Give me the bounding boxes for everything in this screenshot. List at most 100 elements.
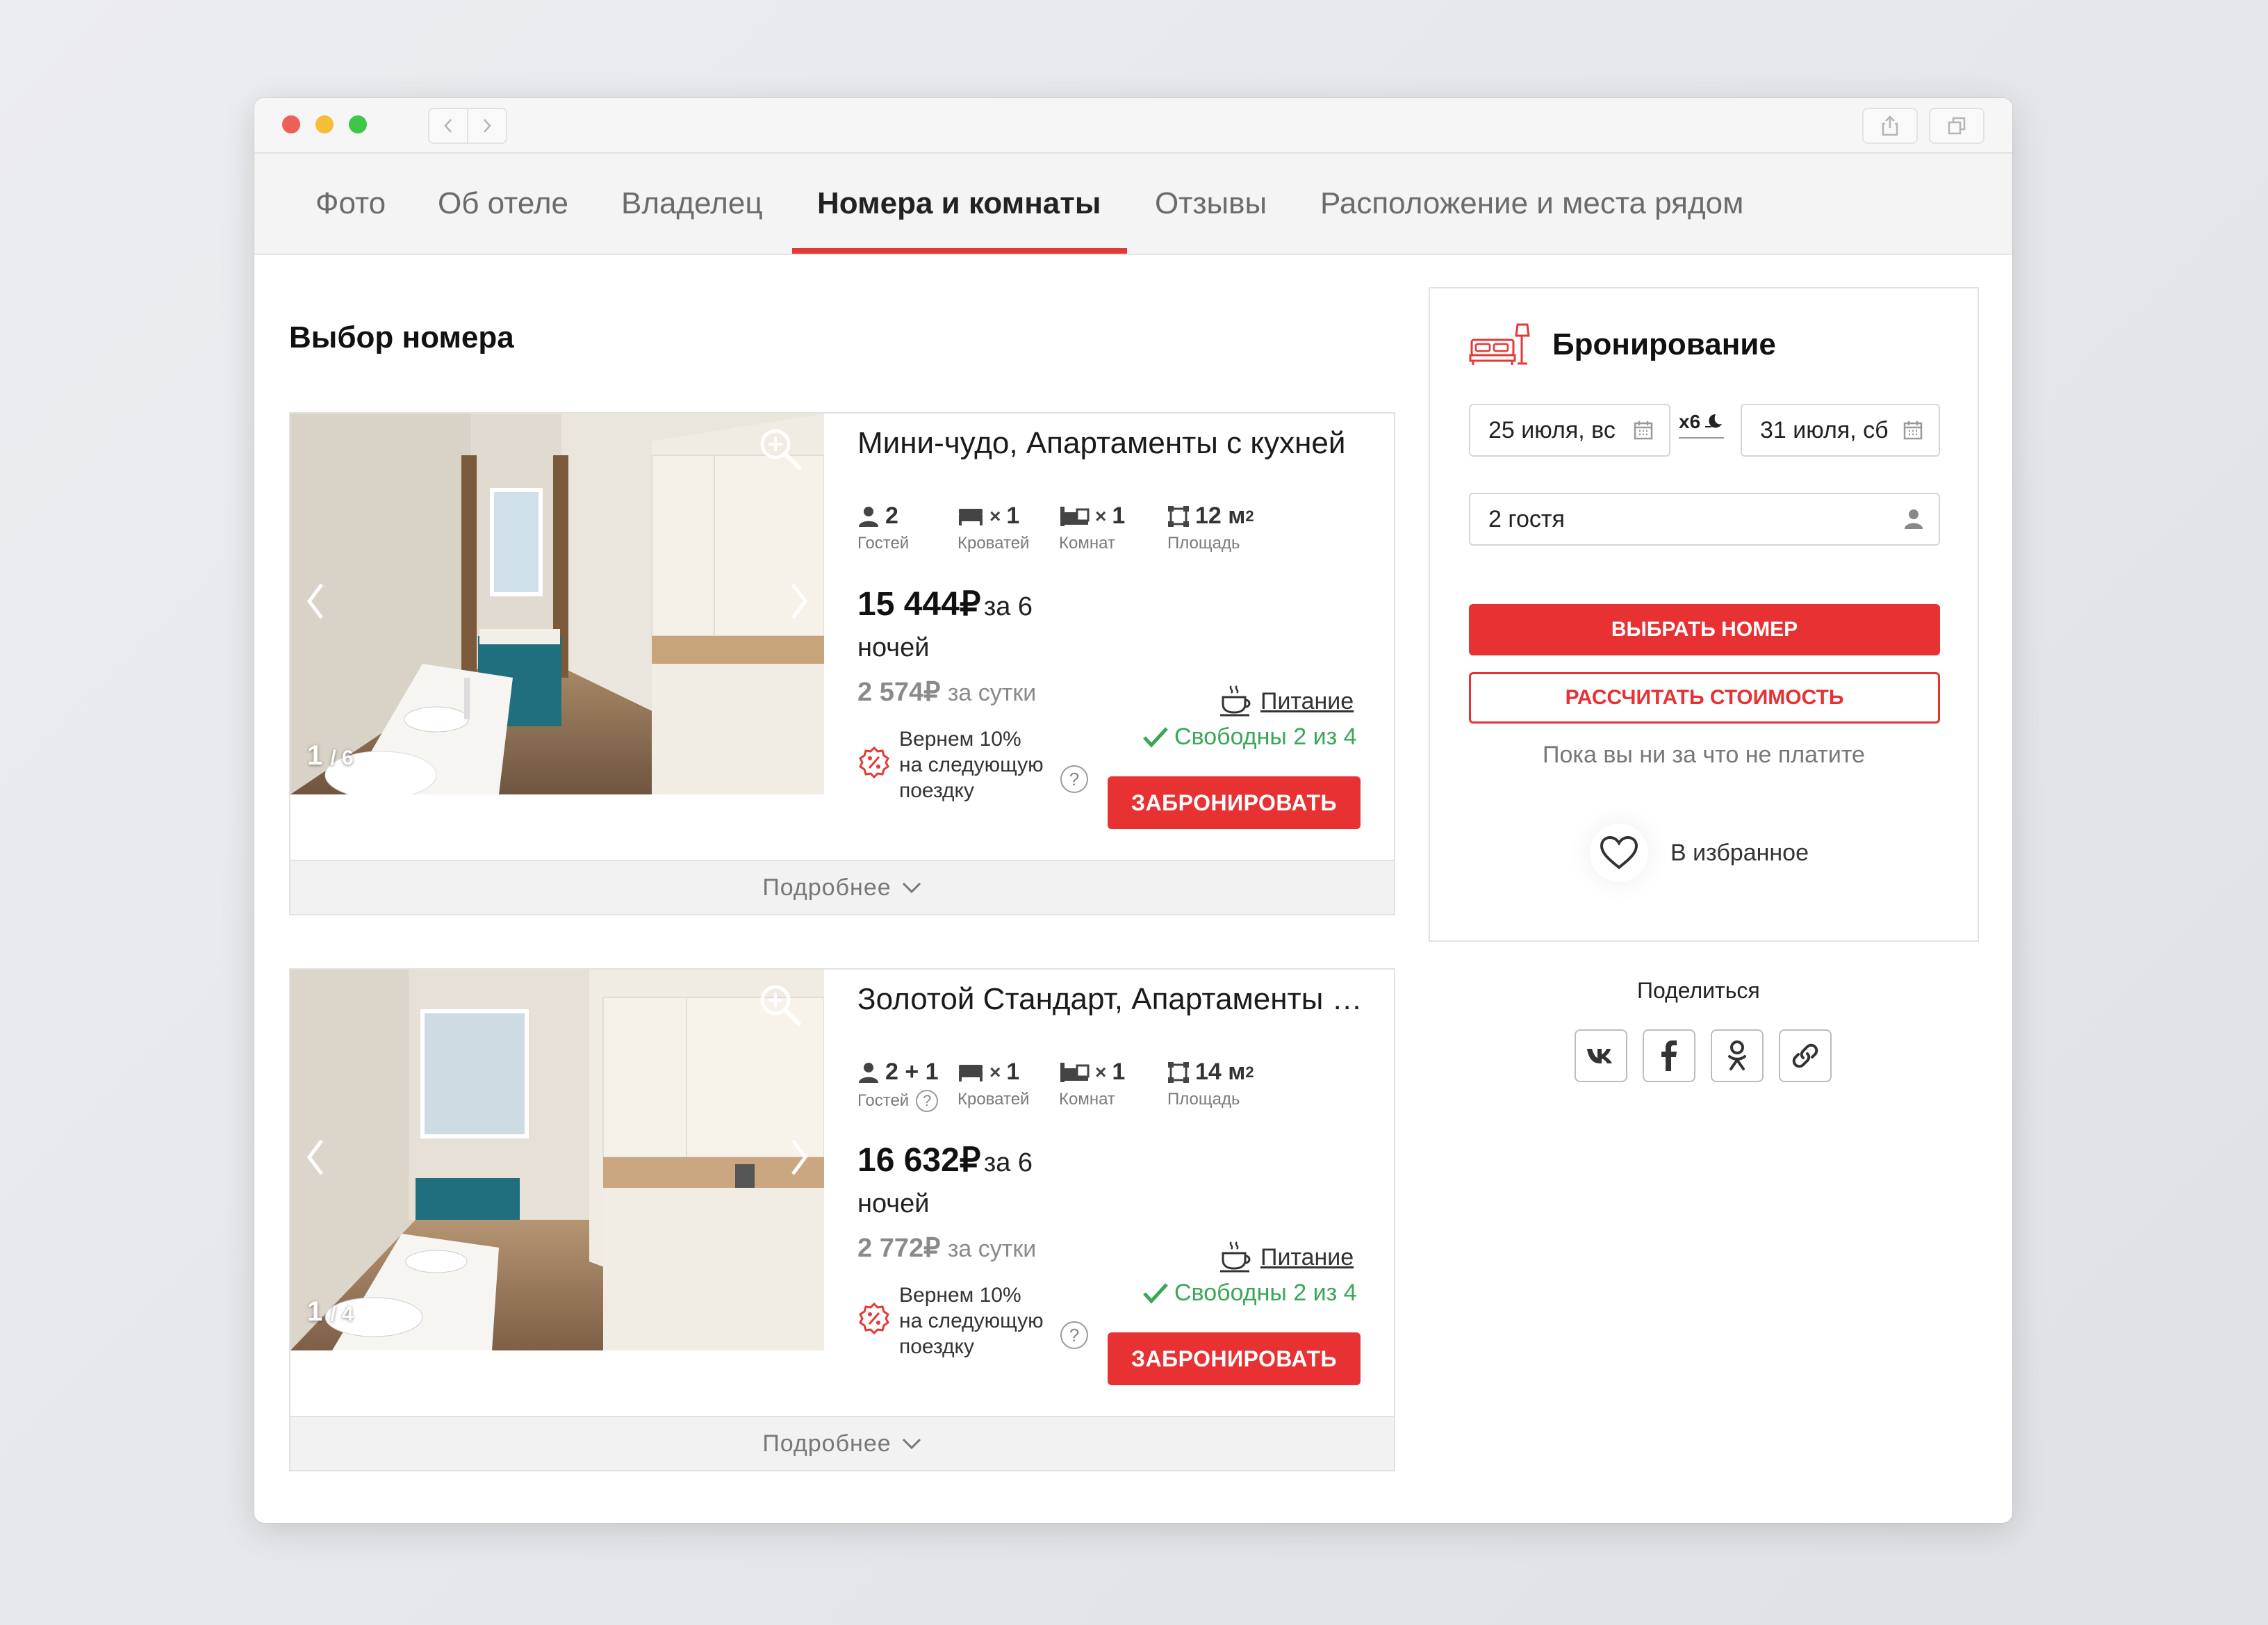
person-icon [1905, 509, 1923, 529]
availability-status: Свободны 2 из 4 [1142, 1280, 1357, 1307]
chevron-right-icon [791, 583, 808, 619]
per-day-value: 2 574₽ [857, 678, 941, 707]
help-icon[interactable]: ? [916, 1090, 939, 1112]
chevron-down-icon [902, 1438, 921, 1450]
guests-value: 2 + 1 [885, 1059, 939, 1085]
total-price: 15 444₽ за 6 ночей [857, 585, 1066, 663]
nights-count: x6 [1679, 411, 1725, 439]
chevron-left-icon[interactable] [429, 109, 467, 142]
rooms-icon [1060, 506, 1090, 526]
rooms-value: 1 [1112, 1059, 1126, 1085]
calendar-icon [1634, 421, 1653, 440]
tabs-icon[interactable] [1929, 108, 1984, 144]
calculate-price-button[interactable]: РАССЧИТАТЬ СТОИМОСТЬ [1469, 672, 1940, 724]
calendar-icon [1903, 421, 1923, 440]
details-toggle[interactable]: Подробнее [290, 860, 1394, 914]
photo-total: / 6 [330, 746, 354, 769]
tab-owner[interactable]: Владелец [621, 154, 763, 254]
tab-reviews[interactable]: Отзывы [1155, 154, 1267, 254]
select-room-button[interactable]: ВЫБРАТЬ НОМЕР [1469, 604, 1940, 655]
maximize-window-button[interactable] [349, 115, 367, 133]
photo-index: 1 [307, 740, 323, 771]
chevron-down-icon [902, 882, 921, 894]
next-photo-button[interactable] [778, 573, 820, 629]
checkin-date-field[interactable]: 25 июля, вс [1469, 404, 1670, 457]
area-label: Площадь [1167, 1090, 1240, 1109]
details-toggle[interactable]: Подробнее [290, 1416, 1394, 1470]
photo-total: / 4 [330, 1303, 354, 1325]
moon-sleep-icon [1705, 414, 1723, 428]
no-payment-note: Пока вы ни за что не платите [1543, 742, 1865, 768]
guests-label: Гостей [857, 1091, 910, 1110]
check-icon [1143, 1282, 1168, 1304]
cashback-text: Вернем 10% на следующую поездку [899, 1284, 1044, 1358]
room-title[interactable]: Золотой Стандарт, Апартаменты с кухней [857, 982, 1372, 1017]
beds-label: Кроватей [958, 1090, 1030, 1109]
odnoklassniki-icon[interactable] [1711, 1029, 1764, 1082]
next-photo-button[interactable] [778, 1129, 820, 1185]
food-link[interactable]: Питание [1219, 1241, 1354, 1274]
availability-text: Свободны 2 из 4 [1174, 724, 1357, 750]
price-value: 15 444₽ [857, 586, 981, 623]
area-value: 14 м [1195, 1059, 1246, 1085]
beds-value: 1 [1006, 503, 1020, 529]
prev-photo-button[interactable] [295, 573, 336, 629]
checkin-value: 25 июля, вс [1488, 416, 1616, 443]
booking-title: Бронирование [1552, 327, 1776, 361]
guests-select[interactable]: 2 гостя [1469, 493, 1940, 546]
area-unit-sup: 2 [1245, 1063, 1254, 1081]
close-window-button[interactable] [282, 115, 300, 133]
link-icon[interactable] [1779, 1029, 1832, 1082]
section-tabs: Фото Об отеле Владелец Номера и комнаты … [254, 154, 2012, 255]
room-photo[interactable]: 1 / 6 [290, 414, 824, 794]
zoom-in-icon[interactable] [757, 982, 803, 1031]
bed-icon [959, 508, 983, 525]
chevron-left-icon [306, 1139, 323, 1175]
cup-icon [1220, 685, 1251, 717]
room-photo[interactable]: 1 / 4 [290, 970, 824, 1350]
vk-icon[interactable] [1575, 1029, 1627, 1082]
food-link[interactable]: Питание [1219, 685, 1354, 718]
help-icon[interactable]: ? [1060, 765, 1088, 793]
add-to-favorites-button[interactable]: В избранное [1590, 824, 1809, 882]
history-buttons [428, 108, 507, 144]
check-icon [1143, 726, 1168, 748]
tab-photo[interactable]: Фото [315, 154, 386, 254]
help-icon[interactable]: ? [1060, 1321, 1088, 1349]
tab-rooms[interactable]: Номера и комнаты [791, 154, 1128, 254]
per-day-label: за сутки [947, 680, 1037, 706]
per-day-label: за сутки [947, 1236, 1037, 1262]
browser-toolbar [254, 98, 2012, 154]
guests-select-value: 2 гостя [1488, 505, 1565, 532]
heart-icon [1590, 824, 1648, 882]
share-icon[interactable] [1862, 108, 1918, 144]
tab-about-hotel[interactable]: Об отеле [438, 154, 568, 254]
chevron-right-icon[interactable] [467, 109, 506, 142]
details-label: Подробнее [762, 1430, 891, 1457]
book-button[interactable]: ЗАБРОНИРОВАТЬ [1108, 776, 1361, 829]
booking-panel: Бронирование 25 июля, вс x6 31 июля, сб … [1429, 287, 1979, 942]
price-nights: ночей [857, 1189, 930, 1218]
discount-badge-icon [859, 1302, 889, 1335]
guests-label: Гостей [857, 534, 910, 553]
zoom-in-icon[interactable] [757, 426, 803, 475]
photo-index: 1 [307, 1296, 323, 1327]
room-title[interactable]: Мини-чудо, Апартаменты с кухней [857, 426, 1372, 461]
checkout-date-field[interactable]: 31 июля, сб [1741, 404, 1940, 457]
spec-area: 12 м2 Площадь [1167, 503, 1254, 553]
price-per-day: 2 772₽ за сутки [857, 1232, 1036, 1264]
facebook-icon[interactable] [1643, 1029, 1695, 1082]
tab-location[interactable]: Расположение и места рядом [1320, 154, 1743, 254]
bed-lamp-icon [1469, 323, 1530, 365]
price-per-day: 2 574₽ за сутки [857, 676, 1036, 708]
minimize-window-button[interactable] [315, 115, 334, 133]
area-icon [1168, 505, 1189, 527]
guests-value: 2 [885, 503, 898, 529]
room-photo-image [290, 414, 824, 794]
prev-photo-button[interactable] [295, 1129, 336, 1185]
browser-window: Фото Об отеле Владелец Номера и комнаты … [254, 98, 2012, 1523]
book-button[interactable]: ЗАБРОНИРОВАТЬ [1108, 1332, 1361, 1385]
price-value: 16 632₽ [857, 1142, 981, 1179]
room-card: 1 / 6 Мини-чудо, Апартаменты с кухней 2 … [289, 412, 1395, 915]
beds-value: 1 [1006, 1059, 1020, 1085]
